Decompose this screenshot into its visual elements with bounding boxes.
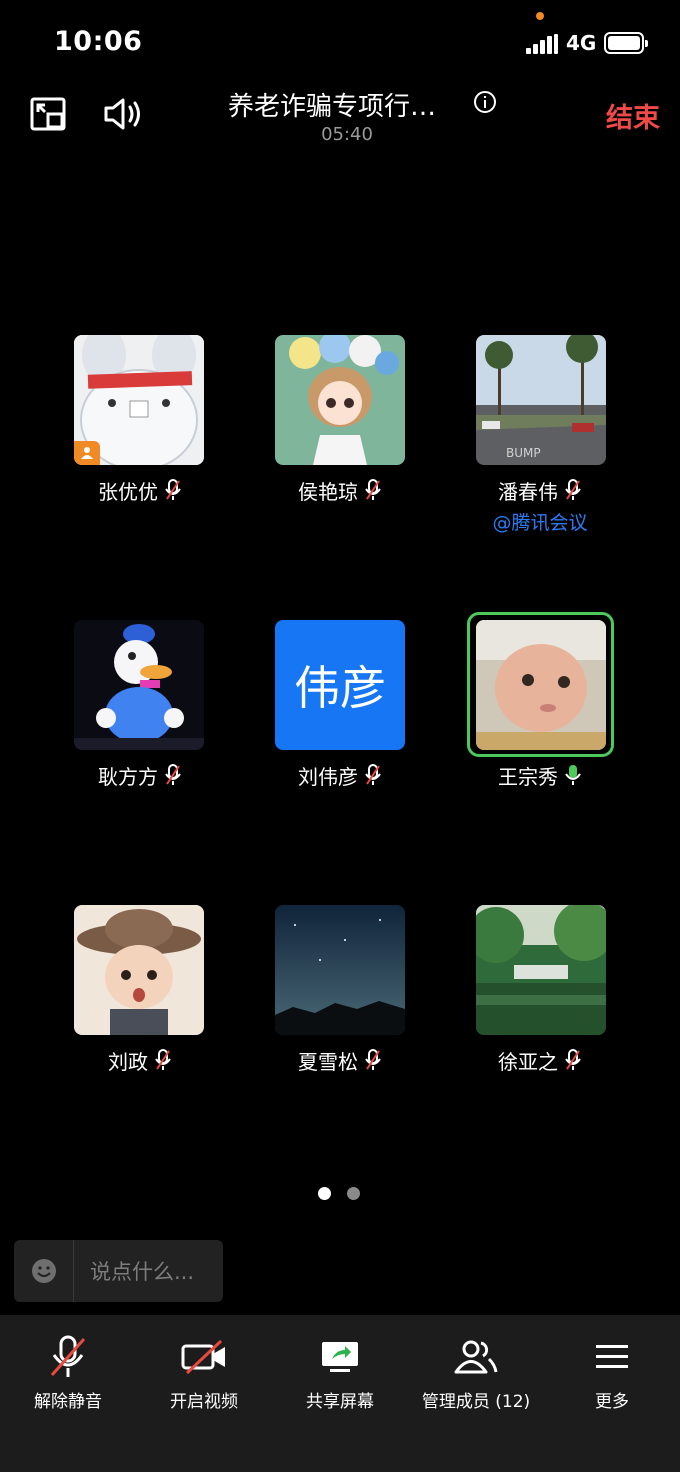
emoji-button[interactable] (14, 1240, 74, 1302)
participant-name: 侯艳琼 (298, 479, 358, 504)
participant-name-row: 刘伟彦 (240, 760, 440, 790)
recording-indicator-dot (536, 12, 544, 20)
mic-muted-icon (564, 1049, 582, 1071)
page-dot-active[interactable] (318, 1187, 331, 1200)
participant-name: 徐亚之 (498, 1049, 558, 1074)
unmute-button[interactable]: 解除静音 (18, 1315, 118, 1425)
mic-muted-icon (164, 764, 182, 786)
user-icon (81, 447, 93, 459)
battery-icon (604, 32, 648, 54)
participant-name: 刘政 (108, 1049, 148, 1074)
mic-muted-icon (564, 479, 582, 501)
night-sky-photo (275, 905, 405, 1035)
participant-avatar-text[interactable]: 伟彦 (275, 620, 405, 750)
status-bar: 10:06 4G (0, 0, 680, 80)
participant-avatar[interactable] (476, 620, 606, 750)
clock: 10:06 (54, 26, 143, 57)
page-dot[interactable] (347, 1187, 360, 1200)
svg-text:BUMP: BUMP (506, 446, 541, 460)
share-screen-icon (322, 1342, 358, 1372)
participant-source-tag: @腾讯会议 (492, 512, 588, 534)
anime-girl-photo (275, 335, 405, 465)
mic-muted-icon (364, 1049, 382, 1071)
participant-avatar[interactable] (275, 335, 405, 465)
participant-name: 潘春伟 (498, 479, 558, 504)
manage-members-button[interactable]: 管理成员 (12) (420, 1315, 532, 1425)
end-meeting-button[interactable]: 结束 (606, 96, 660, 135)
menu-icon (596, 1345, 628, 1368)
more-button[interactable]: 更多 (562, 1315, 662, 1425)
participant-name: 张优优 (98, 479, 158, 504)
page-indicator[interactable] (318, 1187, 360, 1200)
mic-muted-icon (364, 479, 382, 501)
participant-name-row: 夏雪松 (240, 1045, 440, 1075)
bottom-toolbar: 解除静音 开启视频 共享屏幕 管理成员 (12) 更多 (0, 1315, 680, 1472)
participant-name-row: 刘政 (40, 1045, 240, 1075)
start-video-button[interactable]: 开启视频 (154, 1315, 254, 1425)
participant-name: 刘伟彦 (298, 764, 358, 789)
participant-name-row: 徐亚之 (440, 1045, 640, 1075)
participant-avatar[interactable] (74, 335, 204, 465)
meeting-info-button[interactable] (472, 89, 498, 115)
video-off-icon (181, 1339, 225, 1375)
members-icon (454, 1340, 498, 1374)
palm-street-photo: BUMP (476, 335, 606, 465)
child-hat-photo (74, 905, 204, 1035)
participant-name-row: 潘春伟 (440, 475, 640, 505)
participant-avatar[interactable] (275, 905, 405, 1035)
participant-name-row: 耿方方 (40, 760, 240, 790)
green-park-photo (476, 905, 606, 1035)
chat-input[interactable]: 说点什么... (14, 1240, 223, 1302)
signal-icon (526, 34, 558, 54)
mic-muted-icon (364, 764, 382, 786)
participant-avatar[interactable]: BUMP (476, 335, 606, 465)
participant-avatar[interactable] (74, 905, 204, 1035)
participant-name: 王宗秀 (498, 764, 558, 789)
participant-avatar[interactable] (476, 905, 606, 1035)
participant-name-row: 侯艳琼 (240, 475, 440, 505)
mic-muted-icon (164, 479, 182, 501)
mic-speaking-icon (564, 764, 582, 786)
donald-duck-photo (74, 620, 204, 750)
emoji-icon (31, 1259, 56, 1283)
chat-placeholder[interactable]: 说点什么... (74, 1256, 194, 1286)
meeting-timer: 05:40 (321, 124, 373, 145)
participant-name-row: 王宗秀 (440, 760, 640, 790)
participant-name-row: 张优优 (40, 475, 240, 505)
baby-photo (476, 620, 606, 750)
share-screen-button[interactable]: 共享屏幕 (290, 1315, 390, 1425)
participant-name: 夏雪松 (298, 1049, 358, 1074)
info-icon (474, 91, 496, 113)
mic-muted-icon (50, 1335, 86, 1377)
network-type: 4G (566, 31, 597, 55)
host-badge (74, 441, 100, 465)
meeting-title[interactable]: 养老诈骗专项行… (228, 86, 436, 123)
mic-muted-icon (154, 1049, 172, 1071)
participant-name: 耿方方 (98, 764, 158, 789)
participant-avatar[interactable] (74, 620, 204, 750)
